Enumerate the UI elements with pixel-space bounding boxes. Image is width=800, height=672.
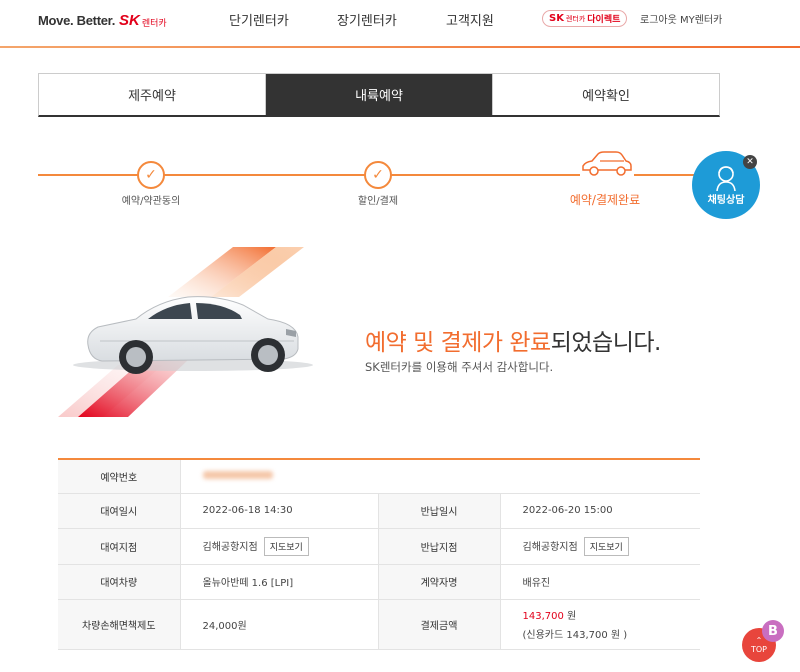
table-row: 예약번호: [58, 459, 700, 494]
completion-title-rest: 되었습니다.: [550, 330, 662, 356]
direct-button[interactable]: SK 렌터카 다이렉트: [542, 10, 628, 27]
rental-branch-value: 김해공항지점 지도보기: [179, 528, 378, 565]
b-badge-icon[interactable]: B: [762, 620, 784, 642]
tab-confirm[interactable]: 예약확인: [492, 74, 719, 115]
logo-sk: SK: [119, 11, 140, 29]
contractor-value: 배유진: [499, 564, 700, 600]
return-date-label: 반납일시: [377, 493, 500, 529]
vehicle-value: 올뉴아반떼 1.6 [LPI]: [179, 564, 378, 600]
return-branch-value: 김해공항지점 지도보기: [499, 528, 700, 565]
close-icon[interactable]: ✕: [743, 155, 757, 169]
global-header: Move. Better. SK 렌터카 단기렌터카 장기렌터카 고객지원 SK…: [0, 0, 800, 48]
contractor-label: 계약자명: [377, 564, 500, 600]
direct-sub: 렌터카: [565, 14, 586, 23]
vehicle-label: 대여차량: [58, 564, 180, 600]
rental-date-label: 대여일시: [58, 493, 180, 529]
car-illustration: [58, 247, 313, 417]
payment-unit: 원: [563, 611, 577, 622]
site-logo[interactable]: Move. Better. SK 렌터카: [38, 8, 167, 32]
logout-link[interactable]: 로그아웃: [640, 11, 677, 26]
car-icon: [580, 151, 634, 178]
logo-sub: 렌터카: [141, 18, 167, 29]
direct-sk: SK: [549, 13, 564, 24]
rental-date-value: 2022-06-18 14:30: [179, 493, 378, 529]
step-label-payment: 할인/결제: [357, 196, 399, 207]
rental-branch-name: 김해공항지점: [202, 541, 258, 553]
table-row: 대여일시 2022-06-18 14:30 반납일시 2022-06-20 15…: [58, 493, 700, 529]
table-row: 차량손해면책제도 24,000원 결제금액 143,700 원 (신용카드 14…: [58, 599, 701, 650]
step-label-complete: 예약/결제완료: [569, 193, 641, 207]
return-branch-label: 반납지점: [377, 528, 500, 565]
nav-short-term-rental[interactable]: 단기렌터카: [229, 10, 289, 29]
return-branch-map-button[interactable]: 지도보기: [583, 536, 629, 556]
agent-icon: [716, 165, 736, 191]
insurance-value: 24,000원: [179, 599, 378, 650]
direct-label: 다이렉트: [587, 15, 621, 25]
completion-subtitle: SK렌터카를 이용해 주셔서 감사합니다.: [365, 360, 554, 374]
return-date-value: 2022-06-20 15:00: [499, 493, 700, 529]
table-row: 대여지점 김해공항지점 지도보기 반납지점 김해공항지점 지도보기: [58, 528, 700, 565]
payment-detail: (신용카드 143,700 원 ): [522, 630, 628, 641]
payment-amount: 143,700: [522, 611, 564, 622]
redacted-reservation-number: [202, 470, 273, 479]
tab-jeju[interactable]: 제주예약: [39, 74, 265, 115]
reservation-number-label: 예약번호: [58, 459, 180, 494]
completion-title-highlight: 예약 및 결제가 완료: [365, 330, 551, 356]
tab-mainland[interactable]: 내륙예약: [265, 74, 492, 115]
check-icon: ✓: [137, 161, 165, 189]
return-branch-name: 김해공항지점: [522, 541, 578, 553]
nav-long-term-rental[interactable]: 장기렌터카: [337, 10, 397, 29]
chevron-up-icon: ⌃: [755, 636, 763, 645]
payment-amount-line: 143,700 원: [523, 607, 701, 622]
check-icon: ✓: [364, 161, 392, 189]
insurance-label: 차량손해면책제도: [58, 599, 180, 650]
my-rentacar-link[interactable]: MY렌터카: [680, 11, 722, 26]
rental-branch-label: 대여지점: [58, 528, 180, 565]
logo-slogan: Move. Better.: [38, 12, 116, 28]
reservation-number-value: [179, 459, 700, 494]
reservation-tabs: 제주예약 내륙예약 예약확인: [38, 73, 720, 117]
nav-customer-support[interactable]: 고객지원: [446, 10, 494, 29]
top-label: TOP: [750, 645, 767, 654]
rental-branch-map-button[interactable]: 지도보기: [263, 536, 309, 556]
completion-title: 예약 및 결제가 완료되었습니다.: [365, 323, 661, 357]
payment-label: 결제금액: [377, 599, 500, 650]
chat-label: 채팅상담: [707, 194, 745, 206]
table-row: 대여차량 올뉴아반떼 1.6 [LPI] 계약자명 배유진: [58, 564, 700, 600]
page: Move. Better. SK 렌터카 단기렌터카 장기렌터카 고객지원 SK…: [0, 0, 800, 672]
reservation-info-table: 예약번호 대여일시 2022-06-18 14:30 반납일시 2022-06-…: [58, 458, 700, 650]
payment-value: 143,700 원 (신용카드 143,700 원 ): [499, 599, 701, 650]
step-label-terms: 예약/약관동의: [121, 196, 181, 207]
